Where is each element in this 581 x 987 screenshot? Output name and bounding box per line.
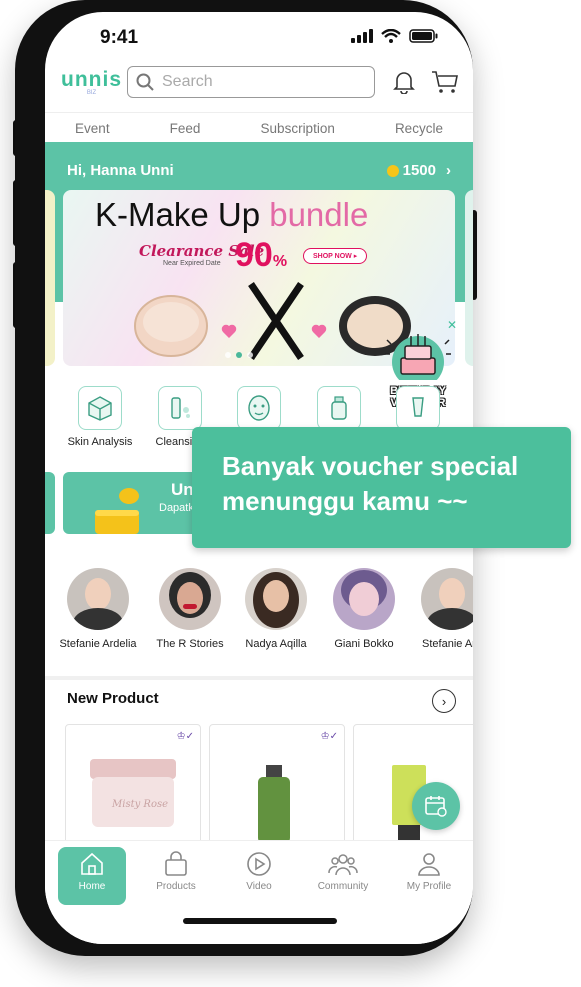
search-icon: [136, 73, 154, 91]
play-icon: [247, 852, 271, 876]
points-balance[interactable]: 1500 ›: [386, 162, 451, 179]
cube-icon: [88, 396, 112, 421]
tab-event[interactable]: Event: [75, 121, 110, 136]
banner-sale-subtext: Near Expired Date: [163, 260, 221, 267]
influencer-item[interactable]: Stefanie Ard: [407, 568, 473, 650]
search-input[interactable]: [160, 72, 364, 92]
promo-prev-peek[interactable]: [45, 472, 55, 534]
product-card[interactable]: ♔✓ Misty Rose: [65, 724, 201, 856]
pagination-dot-active: [236, 352, 242, 358]
tube-icon: [412, 397, 424, 417]
pagination-dot: [247, 352, 253, 358]
influencer-item[interactable]: Giani Bokko: [319, 568, 409, 650]
face-mask-icon: [248, 395, 270, 421]
verified-badge-icon: ♔✓: [176, 731, 194, 742]
shopping-bag-icon: [165, 851, 187, 876]
shop-now-button[interactable]: SHOP NOW ▸: [303, 248, 368, 264]
logo-text: unnis: [61, 68, 122, 91]
product-jar-label: Misty Rose: [111, 799, 168, 810]
bell-icon[interactable]: [393, 70, 415, 94]
influencer-item[interactable]: Nadya Aqilla: [231, 568, 321, 650]
product-image-serum: [258, 765, 290, 843]
nav-my-profile[interactable]: My Profile: [395, 847, 463, 905]
top-tabs: Event Feed Subscription Recycle: [45, 112, 473, 144]
banner-next-peek[interactable]: [465, 190, 473, 366]
tab-feed[interactable]: Feed: [170, 121, 201, 136]
tab-recycle[interactable]: Recycle: [395, 121, 443, 136]
cart-icon[interactable]: [431, 70, 459, 94]
banner-discount: 90%: [235, 236, 288, 274]
avatar: [159, 568, 221, 630]
home-icon: [81, 852, 103, 875]
nav-community[interactable]: Community: [309, 847, 377, 905]
battery-icon: [409, 29, 438, 43]
product-card[interactable]: ♔: [353, 724, 473, 856]
quick-skin-analysis[interactable]: Skin Analysis: [60, 386, 140, 448]
unnis-logo[interactable]: unnis BIZ: [61, 68, 122, 96]
home-indicator: [183, 918, 337, 924]
user-icon: [418, 853, 440, 876]
pagination-dot: [225, 352, 231, 358]
verified-badge-icon: ♔✓: [320, 731, 338, 742]
coin-icon: [386, 164, 399, 177]
banner-prev-peek[interactable]: [45, 190, 55, 366]
banner-title: K-Make Up bundle: [95, 196, 369, 233]
product-image-cream-jar: Misty Rose: [90, 759, 176, 827]
avatar: [67, 568, 129, 630]
wifi-icon: [381, 29, 401, 43]
gold-coins-image: [95, 488, 139, 534]
influencer-item[interactable]: Stefanie Ardelia: [53, 568, 143, 650]
cleanser-icon: [171, 397, 190, 419]
tooltip-line-2: menunggu kamu ~~: [222, 486, 468, 516]
greeting-text: Hi, Hanna Unni: [67, 162, 174, 179]
nav-products[interactable]: Products: [142, 847, 210, 905]
bottle-icon: [331, 396, 347, 420]
points-value: 1500: [402, 162, 436, 179]
search-bar[interactable]: [127, 66, 375, 98]
avatar: [245, 568, 307, 630]
signal-icon: [351, 29, 373, 43]
banner-pagination: [225, 352, 253, 358]
bottom-nav: Home Products Video Community My Profile: [45, 840, 473, 944]
section-divider: [45, 676, 473, 680]
voucher-tooltip: Banyak voucher special menunggu kamu ~~: [192, 427, 571, 548]
status-time: 9:41: [100, 27, 139, 48]
avatar: [421, 568, 473, 630]
birthday-cake-icon: [385, 334, 451, 388]
influencer-list: Stefanie Ardelia The R Stories Nadya Aqi…: [45, 568, 473, 668]
banner-products-image: [134, 282, 411, 360]
tab-subscription[interactable]: Subscription: [261, 121, 335, 136]
chevron-right-icon: ›: [441, 693, 447, 709]
tooltip-line-1: Banyak voucher special: [222, 451, 519, 481]
nav-home[interactable]: Home: [58, 847, 126, 905]
community-icon: [328, 854, 358, 876]
avatar: [333, 568, 395, 630]
influencer-item[interactable]: The R Stories: [145, 568, 235, 650]
nav-video[interactable]: Video: [225, 847, 293, 905]
new-product-more-button[interactable]: ›: [432, 689, 456, 713]
chevron-right-icon: ›: [446, 162, 451, 179]
app-header: unnis BIZ: [45, 62, 473, 112]
status-bar: 9:41: [45, 12, 473, 62]
calendar-icon: [425, 796, 447, 817]
calendar-fab-button[interactable]: [412, 782, 460, 830]
product-card[interactable]: ♔✓: [209, 724, 345, 856]
new-product-title: New Product: [67, 690, 159, 707]
